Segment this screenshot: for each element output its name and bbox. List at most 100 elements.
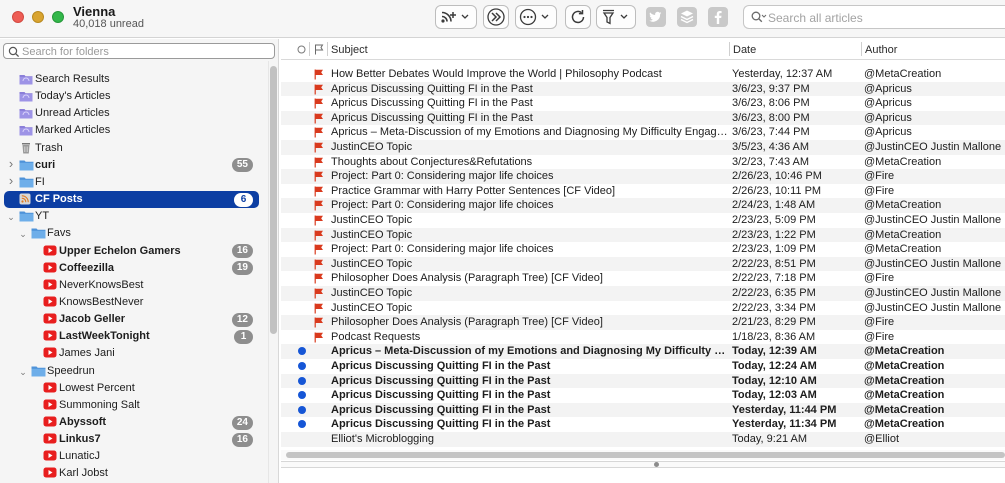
flag-icon[interactable] bbox=[314, 303, 324, 314]
flag-icon[interactable] bbox=[314, 332, 324, 343]
sidebar-item[interactable]: Marked Articles bbox=[0, 122, 268, 139]
article-search-input[interactable] bbox=[768, 9, 998, 26]
article-list-scrollbar-thumb[interactable] bbox=[286, 452, 1005, 458]
column-header-author[interactable]: Author bbox=[865, 44, 897, 56]
sidebar-item[interactable]: › FI bbox=[0, 174, 268, 191]
flag-icon[interactable] bbox=[314, 69, 324, 80]
unread-dot-icon[interactable] bbox=[298, 347, 306, 356]
flag-icon[interactable] bbox=[314, 215, 324, 226]
flag-column-icon[interactable] bbox=[314, 44, 324, 55]
sidebar-item[interactable]: James Jani bbox=[0, 345, 268, 362]
article-row[interactable]: Philosopher Does Analysis (Paragraph Tre… bbox=[281, 271, 1005, 286]
sidebar-item[interactable]: Summoning Salt bbox=[0, 397, 268, 414]
splitter-grip-icon[interactable] bbox=[654, 462, 659, 467]
disclosure-expanded-icon[interactable]: ⌄ bbox=[6, 212, 16, 222]
article-row[interactable]: JustinCEO Topic 2/22/23, 6:35 PM @JustinCE… bbox=[281, 286, 1005, 301]
disclosure-expanded-icon[interactable]: ⌄ bbox=[18, 367, 28, 377]
subscribe-menu-button[interactable] bbox=[435, 5, 477, 29]
article-row[interactable]: Elliot's Microblogging Today, 9:21 AM @Ell… bbox=[281, 432, 1005, 447]
article-row[interactable]: JustinCEO Topic 2/23/23, 1:22 PM @MetaCrea… bbox=[281, 227, 1005, 243]
flag-icon[interactable] bbox=[314, 230, 324, 241]
actions-menu-button[interactable] bbox=[515, 5, 557, 29]
sidebar-item[interactable]: KnowsBestNever bbox=[0, 294, 268, 311]
flag-icon[interactable] bbox=[314, 113, 324, 124]
article-row[interactable]: Apricus Discussing Quitting FI in the Pa… bbox=[281, 96, 1005, 111]
flag-icon[interactable] bbox=[314, 317, 324, 328]
window-minimize-button[interactable] bbox=[32, 11, 44, 23]
article-row[interactable]: Project: Part 0: Considering major life … bbox=[281, 169, 1005, 184]
skip-to-next-unread-button[interactable] bbox=[483, 5, 509, 29]
filter-menu-button[interactable] bbox=[596, 5, 636, 29]
flag-icon[interactable] bbox=[314, 142, 324, 153]
pane-splitter[interactable] bbox=[281, 461, 1005, 468]
refresh-button[interactable] bbox=[565, 5, 591, 29]
unread-dot-icon[interactable] bbox=[298, 362, 306, 370]
read-status-column-icon[interactable] bbox=[297, 45, 306, 54]
disclosure-collapsed-icon[interactable]: › bbox=[6, 174, 16, 187]
article-row[interactable]: Apricus Discussing Quitting FI in the Pa… bbox=[281, 81, 1005, 97]
sidebar-item[interactable]: Upper Echelon Gamers 16 bbox=[0, 243, 268, 260]
folder-search-input[interactable] bbox=[22, 45, 270, 58]
flag-icon[interactable] bbox=[314, 84, 324, 95]
article-row[interactable]: Apricus Discussing Quitting FI in the Pa… bbox=[281, 388, 1005, 403]
sidebar-item[interactable]: NeverKnowsBest bbox=[0, 277, 268, 294]
article-row[interactable]: JustinCEO Topic 2/22/23, 8:51 PM @JustinCE… bbox=[281, 256, 1005, 272]
flag-icon[interactable] bbox=[314, 171, 324, 182]
sidebar-item[interactable]: Linkus7 16 bbox=[0, 431, 268, 448]
sidebar-item[interactable]: ⌄ Speedrun bbox=[0, 363, 268, 380]
sidebar-item[interactable]: ⌄ Favs bbox=[0, 225, 268, 242]
folder-search-field[interactable] bbox=[3, 43, 275, 59]
flag-icon[interactable] bbox=[314, 288, 324, 299]
flag-icon[interactable] bbox=[314, 273, 324, 284]
article-row[interactable]: JustinCEO Topic 3/5/23, 4:36 AM @JustinCEO… bbox=[281, 140, 1005, 155]
article-search-field[interactable] bbox=[743, 5, 1005, 29]
article-row[interactable]: Apricus Discussing Quitting FI in the Pa… bbox=[281, 417, 1005, 432]
unread-dot-icon[interactable] bbox=[298, 420, 306, 429]
article-row[interactable]: JustinCEO Topic 2/23/23, 5:09 PM @JustinCE… bbox=[281, 213, 1005, 228]
sidebar-item[interactable]: Today's Articles bbox=[0, 88, 268, 105]
sidebar-item[interactable]: Search Results bbox=[0, 71, 268, 88]
sidebar-item[interactable]: CF Posts 6 bbox=[4, 191, 259, 209]
share-facebook-button[interactable] bbox=[705, 5, 731, 29]
disclosure-collapsed-icon[interactable]: › bbox=[6, 157, 16, 170]
article-row[interactable]: Apricus Discussing Quitting FI in the Pa… bbox=[281, 402, 1005, 418]
article-row[interactable]: Apricus – Meta-Discussion of my Emotions… bbox=[281, 125, 1005, 140]
article-row[interactable]: Philosopher Does Analysis (Paragraph Tre… bbox=[281, 315, 1005, 330]
unread-dot-icon[interactable] bbox=[298, 405, 306, 414]
share-twitter-button[interactable] bbox=[643, 5, 669, 29]
flag-icon[interactable] bbox=[314, 259, 324, 270]
window-close-button[interactable] bbox=[12, 11, 24, 23]
article-row[interactable]: Thoughts about Conjectures&Refutations 3/… bbox=[281, 155, 1005, 170]
flag-icon[interactable] bbox=[314, 127, 324, 138]
sidebar-item[interactable]: LastWeekTonight 1 bbox=[0, 328, 268, 345]
article-row[interactable]: Apricus – Meta-Discussion of my Emotions… bbox=[281, 344, 1005, 359]
sidebar-item[interactable]: Jacob Geller 12 bbox=[0, 311, 268, 328]
unread-dot-icon[interactable] bbox=[298, 376, 306, 385]
sidebar-item[interactable]: LunaticJ bbox=[0, 448, 268, 465]
flag-icon[interactable] bbox=[314, 200, 324, 211]
sidebar-item[interactable]: Trash bbox=[0, 140, 268, 157]
article-row[interactable]: Practice Grammar with Harry Potter Sente… bbox=[281, 184, 1005, 199]
article-row[interactable]: Apricus Discussing Quitting FI in the Pa… bbox=[281, 359, 1005, 374]
article-row[interactable]: Project: Part 0: Considering major life … bbox=[281, 198, 1005, 213]
flag-icon[interactable] bbox=[314, 244, 324, 255]
share-buffer-button[interactable] bbox=[674, 5, 700, 29]
unread-dot-icon[interactable] bbox=[298, 391, 306, 400]
article-row[interactable]: Apricus Discussing Quitting FI in the Pa… bbox=[281, 373, 1005, 389]
article-row[interactable]: Apricus Discussing Quitting FI in the Pa… bbox=[281, 110, 1005, 126]
article-row[interactable]: How Better Debates Would Improve the Wor… bbox=[281, 67, 1005, 82]
window-zoom-button[interactable] bbox=[52, 11, 64, 23]
article-row[interactable]: Project: Part 0: Considering major life … bbox=[281, 242, 1005, 257]
flag-icon[interactable] bbox=[314, 186, 324, 197]
sidebar-scrollbar-thumb[interactable] bbox=[270, 66, 277, 334]
disclosure-expanded-icon[interactable]: ⌄ bbox=[18, 229, 28, 239]
flag-icon[interactable] bbox=[314, 157, 324, 168]
article-row[interactable]: Podcast Requests 1/18/23, 8:36 AM @Fire bbox=[281, 330, 1005, 345]
column-header-date[interactable]: Date bbox=[733, 44, 756, 56]
article-row[interactable]: JustinCEO Topic 2/22/23, 3:34 PM @JustinCE… bbox=[281, 301, 1005, 316]
sidebar-item[interactable]: Abyssoft 24 bbox=[0, 414, 268, 431]
flag-icon[interactable] bbox=[314, 98, 324, 109]
sidebar-item[interactable]: Lowest Percent bbox=[0, 380, 268, 397]
sidebar-item[interactable]: ⌄ YT bbox=[0, 208, 268, 225]
sidebar-item[interactable]: Unread Articles bbox=[0, 105, 268, 122]
